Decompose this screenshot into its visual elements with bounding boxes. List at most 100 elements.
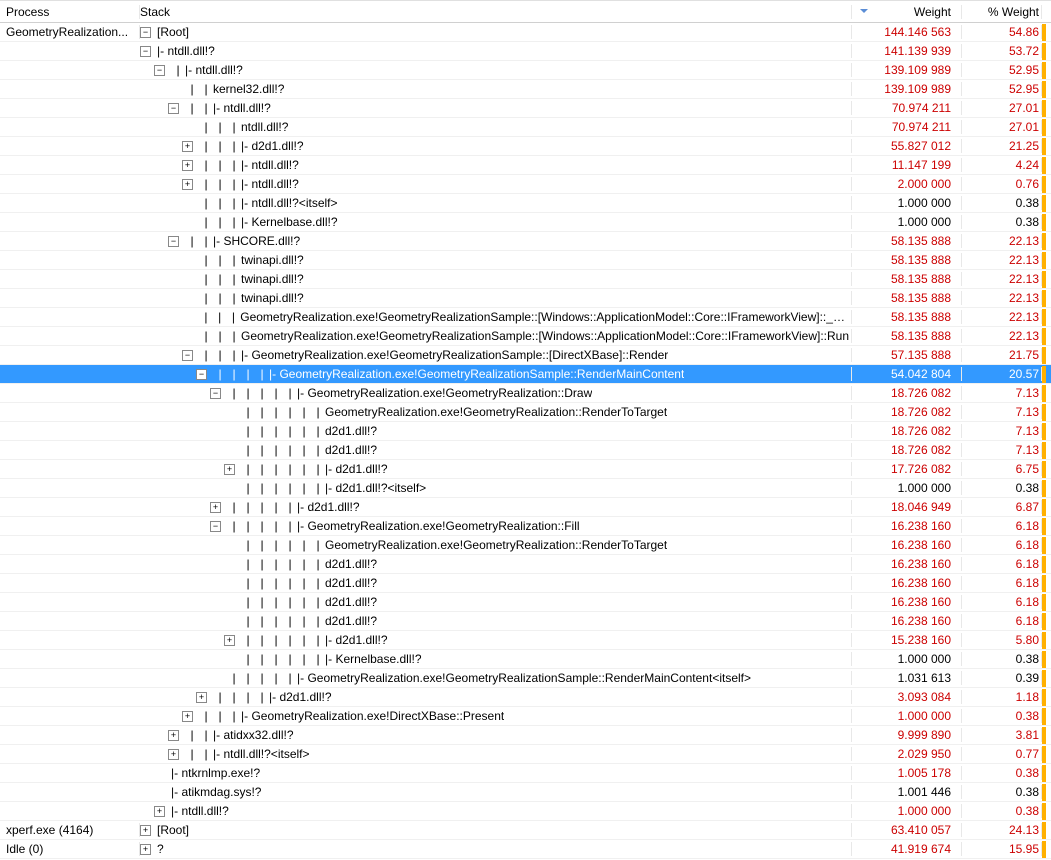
column-header-weight[interactable]: Weight: [852, 5, 962, 19]
table-row[interactable]: ||||||d2d1.dll!?16.238 1606.18: [0, 593, 1051, 612]
table-row[interactable]: −||- ntdll.dll!?139.109 98952.95: [0, 61, 1051, 80]
table-row[interactable]: xperf.exe (4164)+[Root]63.410 05724.13: [0, 821, 1051, 840]
column-header-stack[interactable]: Stack: [140, 5, 852, 19]
table-row[interactable]: ||||||d2d1.dll!?16.238 1606.18: [0, 612, 1051, 631]
expand-icon[interactable]: +: [210, 502, 221, 513]
table-row[interactable]: Idle (0)+?41.919 67415.95: [0, 840, 1051, 859]
collapse-icon[interactable]: −: [140, 27, 151, 38]
collapse-icon[interactable]: −: [140, 46, 151, 57]
table-row[interactable]: ||||||GeometryRealization.exe!GeometryRe…: [0, 536, 1051, 555]
tree-guide-icon: |: [297, 576, 311, 590]
tree-guide-icon: |: [185, 82, 199, 96]
collapse-icon[interactable]: −: [210, 388, 221, 399]
tree-guide-icon: |: [227, 709, 241, 723]
tree-guide-icon: |: [213, 348, 227, 362]
table-row[interactable]: |||twinapi.dll!?58.135 88822.13: [0, 270, 1051, 289]
collapse-icon[interactable]: −: [182, 350, 193, 361]
table-row[interactable]: +||||- ntdll.dll!?2.000 0000.76: [0, 175, 1051, 194]
expand-icon[interactable]: +: [140, 844, 151, 855]
table-row[interactable]: |||GeometryRealization.exe!GeometryReali…: [0, 327, 1051, 346]
expand-icon[interactable]: +: [224, 464, 235, 475]
table-row[interactable]: −|||- ntdll.dll!?70.974 21127.01: [0, 99, 1051, 118]
tree-guide-icon: |: [213, 120, 227, 134]
table-row[interactable]: +||||- GeometryRealization.exe!DirectXBa…: [0, 707, 1051, 726]
stack-cell: +|||||||- d2d1.dll!?: [140, 633, 852, 647]
stack-cell: +||||- ntdll.dll!?: [140, 158, 852, 172]
tree-guide-icon: |: [241, 405, 255, 419]
table-row[interactable]: +||||||- d2d1.dll!?18.046 9496.87: [0, 498, 1051, 517]
table-row[interactable]: −||||- GeometryRealization.exe!GeometryR…: [0, 346, 1051, 365]
stack-cell: +|||||- d2d1.dll!?: [140, 690, 852, 704]
pct-weight-cell: 22.13: [962, 310, 1042, 324]
table-row[interactable]: |||twinapi.dll!?58.135 88822.13: [0, 289, 1051, 308]
table-row[interactable]: −||||||- GeometryRealization.exe!Geometr…: [0, 517, 1051, 536]
table-row[interactable]: +|||- ntdll.dll!?<itself>2.029 9500.77: [0, 745, 1051, 764]
expand-icon[interactable]: +: [182, 179, 193, 190]
table-row[interactable]: ||||||d2d1.dll!?16.238 1606.18: [0, 555, 1051, 574]
expand-icon[interactable]: +: [196, 692, 207, 703]
table-row[interactable]: −|||- SHCORE.dll!?58.135 88822.13: [0, 232, 1051, 251]
table-row[interactable]: −||||||- GeometryRealization.exe!Geometr…: [0, 384, 1051, 403]
expand-icon[interactable]: +: [182, 160, 193, 171]
tree-guide-icon: |: [269, 652, 283, 666]
table-row[interactable]: |||||||- Kernelbase.dll!?1.000 0000.38: [0, 650, 1051, 669]
table-row[interactable]: ||||||GeometryRealization.exe!GeometryRe…: [0, 403, 1051, 422]
weight-cell: 15.238 160: [852, 633, 962, 647]
tree-guide-icon: |: [185, 234, 199, 248]
expand-icon[interactable]: +: [154, 806, 165, 817]
stack-label: |- GeometryRealization.exe!GeometryReali…: [297, 519, 580, 533]
collapse-icon[interactable]: −: [210, 521, 221, 532]
collapse-icon[interactable]: −: [196, 369, 207, 380]
weight-bar-cell: [1042, 138, 1051, 155]
table-row[interactable]: ||||||- GeometryRealization.exe!Geometry…: [0, 669, 1051, 688]
weight-cell: 1.000 000: [852, 652, 962, 666]
table-row[interactable]: |- atikmdag.sys!?1.001 4460.38: [0, 783, 1051, 802]
table-row[interactable]: −|- ntdll.dll!?141.139 93953.72: [0, 42, 1051, 61]
table-row[interactable]: ||||||d2d1.dll!?18.726 0827.13: [0, 422, 1051, 441]
table-row[interactable]: ||||- Kernelbase.dll!?1.000 0000.38: [0, 213, 1051, 232]
table-row[interactable]: +||||- ntdll.dll!?11.147 1994.24: [0, 156, 1051, 175]
column-header-pct-label: % Weight: [988, 5, 1039, 19]
tree-guide-icon: |: [283, 500, 297, 514]
table-row[interactable]: +||||- d2d1.dll!?55.827 01221.25: [0, 137, 1051, 156]
column-header-pct-weight[interactable]: % Weight: [962, 5, 1042, 19]
pct-weight-cell: 22.13: [962, 253, 1042, 267]
collapse-icon[interactable]: −: [154, 65, 165, 76]
table-row[interactable]: GeometryRealization...−[Root]144.146 563…: [0, 23, 1051, 42]
table-row[interactable]: +|||- atidxx32.dll!?9.999 8903.81: [0, 726, 1051, 745]
expand-icon[interactable]: +: [140, 825, 151, 836]
tree-guide-icon: |: [227, 139, 241, 153]
tree-guide-icon: |: [241, 519, 255, 533]
table-row[interactable]: |||||||- d2d1.dll!?<itself>1.000 0000.38: [0, 479, 1051, 498]
collapse-icon[interactable]: −: [168, 103, 179, 114]
table-row[interactable]: ||||||d2d1.dll!?16.238 1606.18: [0, 574, 1051, 593]
tree-guide-icon: |: [199, 728, 213, 742]
tree-guide-icon: |: [283, 576, 297, 590]
table-row[interactable]: |||twinapi.dll!?58.135 88822.13: [0, 251, 1051, 270]
weight-cell: 1.001 446: [852, 785, 962, 799]
weight-cell: 1.005 178: [852, 766, 962, 780]
tree-guide-icon: |: [227, 177, 241, 191]
table-row[interactable]: |||GeometryRealization.exe!GeometryReali…: [0, 308, 1051, 327]
table-row[interactable]: +|- ntdll.dll!?1.000 0000.38: [0, 802, 1051, 821]
weight-cell: 16.238 160: [852, 557, 962, 571]
expand-icon[interactable]: +: [224, 635, 235, 646]
expand-icon[interactable]: +: [168, 749, 179, 760]
column-header-process[interactable]: Process: [0, 5, 140, 19]
pct-weight-cell: 0.38: [962, 215, 1042, 229]
table-row[interactable]: ||||||d2d1.dll!?18.726 0827.13: [0, 441, 1051, 460]
table-row[interactable]: ||kernel32.dll!?139.109 98952.95: [0, 80, 1051, 99]
expand-icon[interactable]: +: [168, 730, 179, 741]
table-row[interactable]: −|||||- GeometryRealization.exe!Geometry…: [0, 365, 1051, 384]
expand-icon[interactable]: +: [182, 141, 193, 152]
stack-cell: |- ntkrnlmp.exe!?: [140, 766, 852, 780]
table-row[interactable]: |||ntdll.dll!?70.974 21127.01: [0, 118, 1051, 137]
expand-icon[interactable]: +: [182, 711, 193, 722]
table-row[interactable]: |- ntkrnlmp.exe!?1.005 1780.38: [0, 764, 1051, 783]
table-row[interactable]: +|||||||- d2d1.dll!?17.726 0826.75: [0, 460, 1051, 479]
table-row[interactable]: ||||- ntdll.dll!?<itself>1.000 0000.38: [0, 194, 1051, 213]
collapse-icon[interactable]: −: [168, 236, 179, 247]
table-row[interactable]: +|||||- d2d1.dll!?3.093 0841.18: [0, 688, 1051, 707]
pct-weight-cell: 0.38: [962, 709, 1042, 723]
table-row[interactable]: +|||||||- d2d1.dll!?15.238 1605.80: [0, 631, 1051, 650]
